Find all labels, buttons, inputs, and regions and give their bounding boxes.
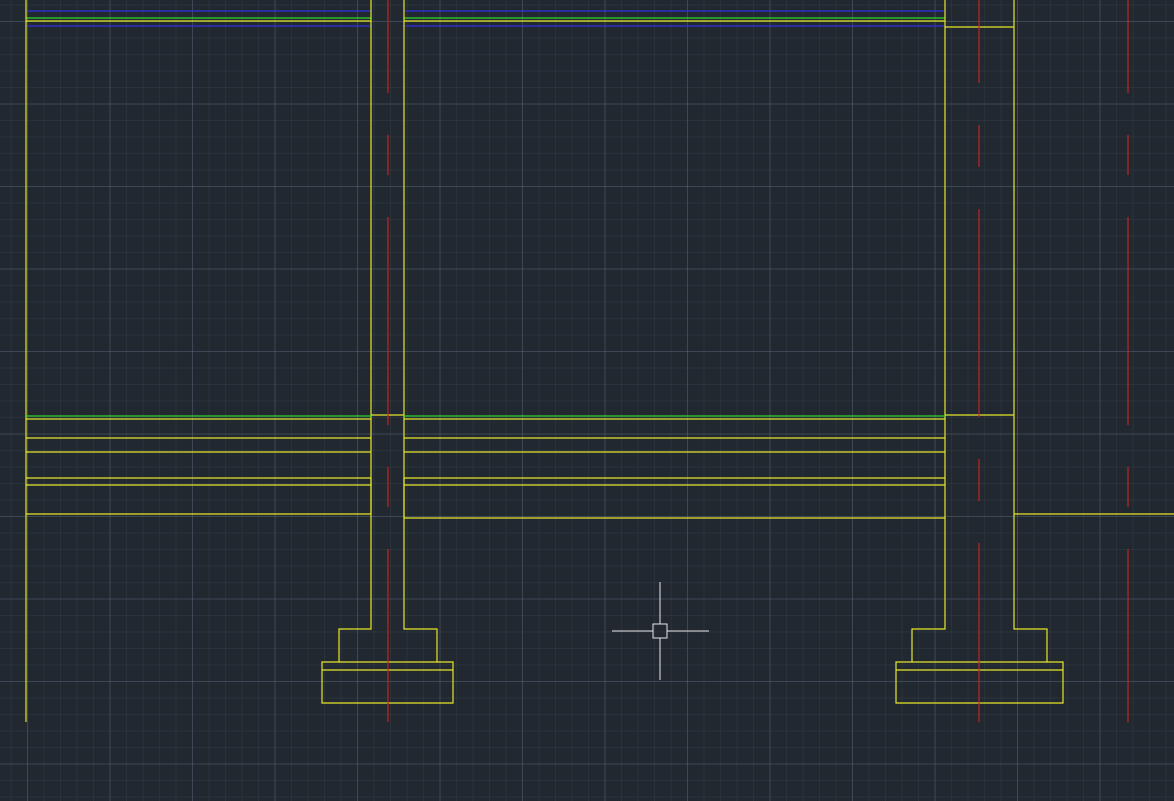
crosshair-cursor	[612, 582, 709, 680]
cad-drawing[interactable]	[0, 0, 1174, 801]
centerlines[interactable]	[387, 0, 1129, 722]
floor-slab[interactable]	[26, 414, 1014, 453]
drawing-canvas[interactable]	[0, 0, 1174, 801]
lower-beam[interactable]	[26, 477, 1174, 519]
pickbox-icon	[652, 623, 668, 639]
top-ceiling-lines[interactable]	[26, 10, 945, 27]
